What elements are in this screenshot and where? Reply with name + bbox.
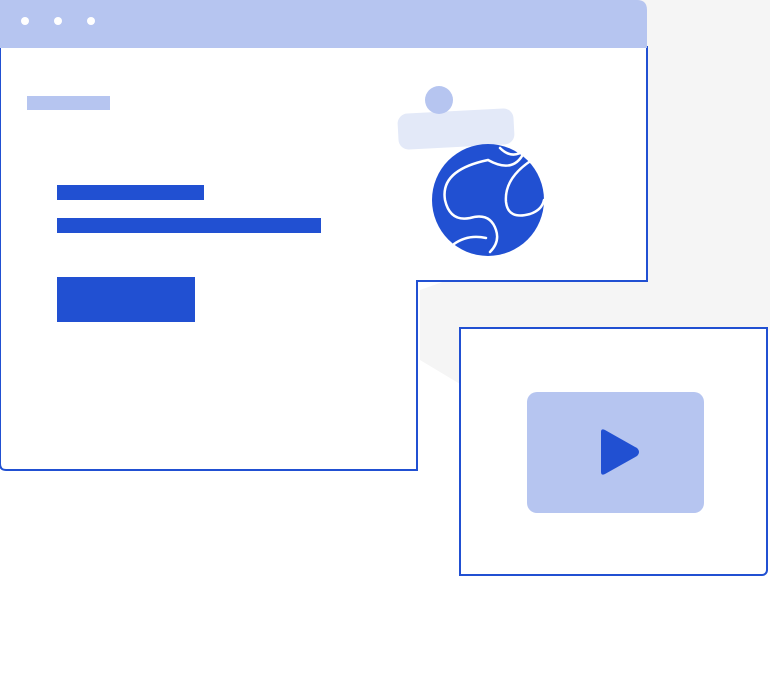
window-titlebar (0, 0, 647, 48)
video-card (459, 327, 768, 576)
globe-icon (432, 144, 546, 256)
text-line-placeholder (57, 218, 321, 233)
avatar-pill (397, 108, 515, 150)
avatar-icon (425, 86, 453, 114)
play-icon (601, 429, 639, 475)
tag-placeholder (27, 96, 110, 110)
illustration-canvas (0, 0, 770, 686)
video-play-button[interactable] (527, 392, 704, 513)
button-placeholder[interactable] (57, 277, 195, 322)
window-dot (54, 17, 62, 25)
window-dot (87, 17, 95, 25)
heading-line-placeholder (57, 185, 204, 200)
window-dot (21, 17, 29, 25)
